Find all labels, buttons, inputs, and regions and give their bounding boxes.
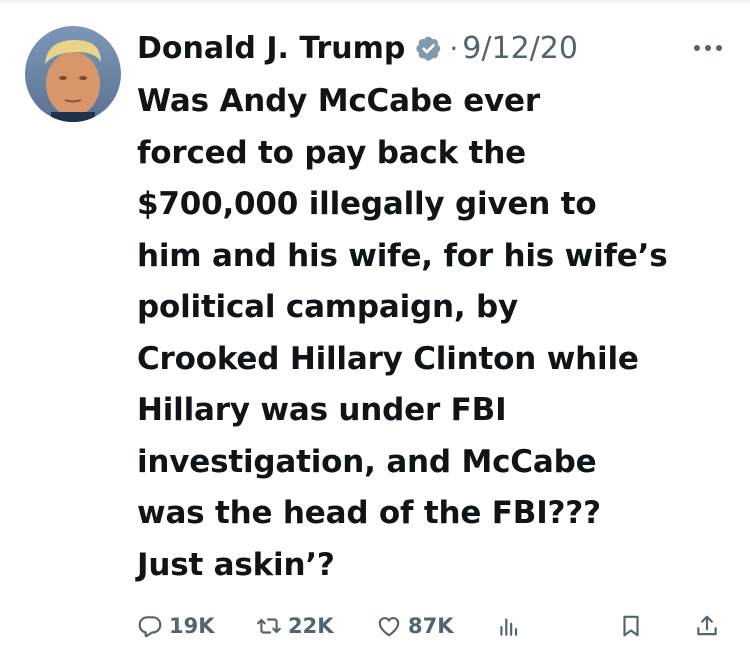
retweet-icon (256, 613, 282, 639)
tweet-text-line: Crooked Hillary Clinton while (137, 340, 639, 377)
more-options-icon[interactable] (690, 36, 726, 60)
tweet-text-line: investigation, and McCabe (137, 443, 597, 480)
views-icon (496, 613, 522, 639)
verified-badge-icon (413, 32, 445, 64)
separator: · (449, 31, 459, 65)
avatar[interactable] (25, 26, 121, 122)
share-button[interactable] (694, 608, 726, 644)
tweet-text-line: was the head of the FBI??? (137, 495, 601, 531)
retweet-count: 22K (288, 614, 334, 638)
bookmark-icon (618, 613, 644, 639)
heart-icon (376, 613, 402, 639)
tweet-text: Was Andy McCabe ever forced to pay back … (137, 76, 737, 591)
tweet-text-line: $700,000 illegally given to (137, 186, 597, 222)
tweet-actions: 19K 22K 87K (0, 608, 750, 644)
tweet-header: Donald J. Trump · 9/12/20 (137, 26, 578, 70)
tweet-text-line: Just askin’? (137, 546, 335, 583)
tweet-text-line: Hillary was under FBI (137, 392, 507, 428)
top-divider (0, 0, 750, 3)
bookmark-button[interactable] (618, 608, 650, 644)
retweet-button[interactable]: 22K (256, 608, 334, 644)
reply-count: 19K (169, 614, 215, 638)
avatar-image (25, 26, 121, 122)
tweet-text-line: him and his wife, for his wife’s (137, 237, 668, 274)
like-count: 87K (408, 614, 454, 638)
tweet-text-line: forced to pay back the (137, 134, 526, 171)
views-button[interactable] (496, 608, 528, 644)
tweet-text-line: Was Andy McCabe ever (137, 83, 540, 119)
like-button[interactable]: 87K (376, 608, 454, 644)
tweet-text-line: political campaign, by (137, 289, 519, 325)
reply-icon (137, 613, 163, 639)
reply-button[interactable]: 19K (137, 608, 215, 644)
share-icon (694, 613, 720, 639)
tweet-date[interactable]: 9/12/20 (462, 31, 578, 66)
author-name[interactable]: Donald J. Trump (137, 31, 405, 66)
